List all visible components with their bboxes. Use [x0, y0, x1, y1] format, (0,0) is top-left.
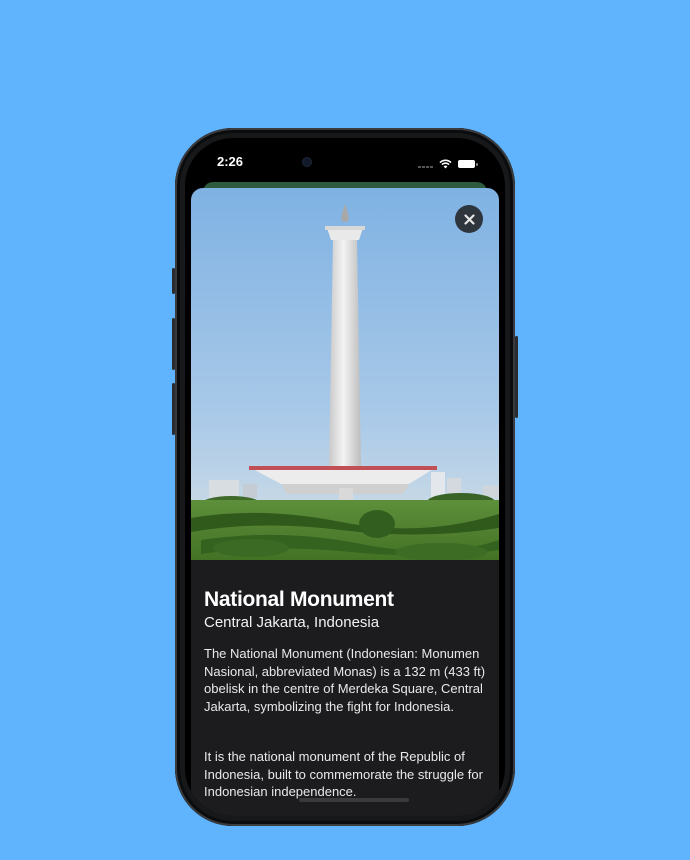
monument-location: Central Jakarta, Indonesia [204, 614, 380, 631]
cellular-signal-icon [417, 155, 433, 173]
wifi-icon [439, 159, 452, 169]
power-button [515, 336, 518, 418]
volume-down-button [172, 383, 175, 435]
monument-photo [191, 188, 499, 568]
screen: 2:26 National Monument Central Jakarta, … [185, 138, 505, 816]
front-camera [303, 158, 311, 166]
status-time: 2:26 [217, 154, 244, 169]
description-paragraph-1: The National Monument (Indonesian: Monum… [204, 646, 486, 714]
detail-sheet[interactable]: National Monument Central Jakarta, Indon… [191, 188, 499, 816]
status-icons [417, 155, 478, 173]
monument-title: National Monument [204, 588, 394, 611]
close-button[interactable] [455, 205, 483, 233]
home-indicator[interactable] [299, 798, 409, 802]
mute-switch [172, 268, 175, 294]
battery-icon [458, 160, 478, 168]
phone-frame: 2:26 National Monument Central Jakarta, … [172, 128, 518, 826]
volume-up-button [172, 318, 175, 370]
description-paragraph-2: It is the national monument of the Repub… [204, 749, 483, 799]
xmark-icon [463, 213, 475, 225]
